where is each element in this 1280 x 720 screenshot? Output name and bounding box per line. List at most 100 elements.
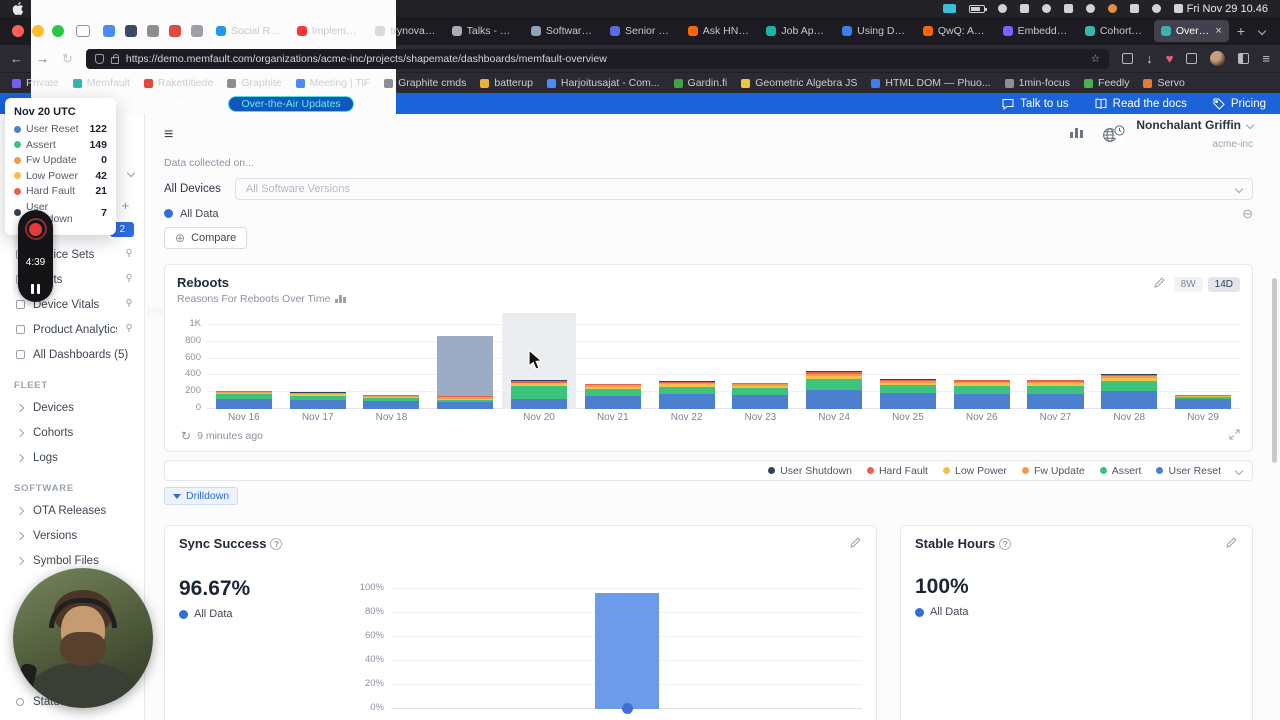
tab[interactable]: Senior Elixir	[603, 20, 679, 42]
legend-item-assert[interactable]: Assert	[1100, 465, 1142, 477]
status-icon[interactable]	[1152, 4, 1161, 13]
edit-pencil-icon[interactable]	[1226, 536, 1238, 548]
edit-pencil-icon[interactable]	[1154, 275, 1166, 293]
devices-filter[interactable]: All Devices	[164, 183, 221, 195]
banner-link-read-the-docs[interactable]: Read the docs	[1095, 98, 1187, 110]
status-icon[interactable]	[1086, 4, 1095, 13]
tab[interactable]: Software De	[524, 20, 601, 42]
chevron-down-icon[interactable]	[1235, 466, 1243, 474]
pinned-tab[interactable]	[103, 25, 115, 37]
chart-bar-slot[interactable]	[355, 313, 429, 409]
firefox-view-icon[interactable]	[76, 25, 90, 37]
back-icon[interactable]: ←	[10, 52, 23, 65]
range-button-14d[interactable]: 14D	[1208, 277, 1240, 292]
remove-series-icon[interactable]: ⊖	[1242, 207, 1253, 220]
menubar-clock[interactable]: Fri Nov 29 10.46	[1183, 3, 1268, 15]
question-icon[interactable]: ?	[999, 538, 1011, 550]
status-icon[interactable]	[1108, 4, 1117, 13]
tab[interactable]: Social Recru	[209, 20, 288, 42]
tab[interactable]: QwQ: Alibab	[916, 20, 994, 42]
puzzle-extensions-icon[interactable]	[1186, 53, 1197, 64]
status-icon[interactable]	[1064, 4, 1073, 13]
chart-bar-slot[interactable]	[428, 313, 502, 409]
apple-menu-icon[interactable]	[12, 2, 25, 15]
chart-bar-slot[interactable]	[650, 313, 724, 409]
close-tab-icon[interactable]: ×	[1215, 26, 1221, 37]
chart-bar-slot[interactable]	[281, 313, 355, 409]
pin-icon[interactable]	[124, 298, 134, 311]
tab[interactable]: trynova/nov	[368, 20, 442, 42]
tab[interactable]: Implementin	[290, 20, 367, 42]
chart-bar-slot[interactable]	[576, 313, 650, 409]
pin-icon[interactable]	[124, 248, 134, 261]
legend-item-fw-update[interactable]: Fw Update	[1022, 465, 1085, 477]
tour-ota-updates-button[interactable]: Over-the-Air Updates	[228, 96, 353, 112]
bookmark-item[interactable]: Harjoitusajat - Com...	[547, 77, 660, 89]
x-axis-dot[interactable]	[622, 703, 633, 714]
drilldown-chip[interactable]: Drilldown	[164, 487, 238, 505]
bookmark-item[interactable]: Private	[12, 77, 59, 89]
sidebar-toggle-icon[interactable]	[1238, 53, 1249, 64]
hamburger-menu-icon[interactable]: ≡	[164, 127, 173, 143]
tab[interactable]: Ask HN: Wh	[681, 20, 758, 42]
close-window-button[interactable]	[12, 25, 24, 37]
pin-icon[interactable]	[124, 273, 134, 286]
sync-success-bar[interactable]	[595, 593, 659, 709]
user-menu[interactable]: Nonchalant Griffin acme-inc	[1136, 118, 1253, 153]
bookmark-item[interactable]: Geometric Algebra JS	[741, 77, 857, 89]
bookmark-item[interactable]: Memfault	[73, 77, 130, 89]
compare-button[interactable]: ⊕ Compare	[164, 227, 247, 249]
chart-bar-slot[interactable]	[1019, 313, 1093, 409]
timezone-globe-icon[interactable]	[1102, 127, 1118, 143]
question-icon[interactable]: ?	[270, 538, 282, 550]
chart-bar-slot[interactable]	[723, 313, 797, 409]
pinned-tab[interactable]	[169, 25, 181, 37]
tracking-shield-icon[interactable]	[95, 54, 104, 64]
chart-bar-slot[interactable]	[207, 313, 281, 409]
status-icon[interactable]	[1130, 4, 1139, 13]
sidebar-item-logs[interactable]: Logs	[0, 445, 144, 470]
forward-icon[interactable]: →	[36, 52, 49, 65]
bookmark-item[interactable]: Graphite cmds	[384, 77, 466, 89]
chart-bar-slot[interactable]	[1092, 313, 1166, 409]
bookmark-item[interactable]: Meeting | TiF	[296, 77, 371, 89]
range-button-8w[interactable]: 8W	[1174, 277, 1203, 292]
expand-icon[interactable]	[1229, 429, 1240, 443]
refresh-icon[interactable]: ↻	[62, 52, 73, 65]
profile-avatar[interactable]	[1210, 51, 1225, 66]
sidebar-item-product-analytics[interactable]: Product Analytics	[0, 317, 144, 342]
tab[interactable]: Using DevTo	[835, 20, 914, 42]
list-tabs-icon[interactable]	[1252, 28, 1272, 34]
sidebar-item-cohorts[interactable]: Cohorts	[0, 420, 144, 445]
pause-button[interactable]	[31, 284, 40, 294]
pinned-tab[interactable]	[191, 25, 203, 37]
bookmark-item[interactable]: Graphite	[227, 77, 281, 89]
chart-bar-slot[interactable]	[797, 313, 871, 409]
pinned-tab[interactable]	[147, 25, 159, 37]
tab[interactable]: Job Applica	[759, 20, 833, 42]
minimize-window-button[interactable]	[32, 25, 44, 37]
legend-item-low-power[interactable]: Low Power	[943, 465, 1007, 477]
sidebar-item-versions[interactable]: Versions	[0, 523, 144, 548]
legend-item-hard-fault[interactable]: Hard Fault	[867, 465, 928, 477]
url-bar[interactable]: https://demo.memfault.com/organizations/…	[86, 49, 1109, 69]
bookmark-item[interactable]: Gardin.fi	[674, 77, 728, 89]
bookmark-item[interactable]: Feedly	[1084, 77, 1130, 89]
tab[interactable]: Embedded C	[996, 20, 1076, 42]
screen-recording-icon[interactable]	[943, 4, 956, 13]
refresh-icon[interactable]: ↻	[181, 429, 191, 443]
url-text[interactable]: https://demo.memfault.com/organizations/…	[126, 53, 1084, 65]
legend-item-user-shutdown[interactable]: User Shutdown	[768, 465, 852, 477]
scrollbar-thumb[interactable]	[1272, 278, 1277, 463]
status-icon[interactable]	[1020, 4, 1029, 13]
app-menu-icon[interactable]: ≡	[1262, 52, 1270, 65]
bookmark-item[interactable]: batterup	[480, 77, 533, 89]
bookmark-item[interactable]: Servo	[1143, 77, 1184, 89]
banner-link-pricing[interactable]: Pricing	[1213, 98, 1266, 110]
software-version-filter[interactable]: All Software Versions	[235, 178, 1253, 200]
chart-bar-slot[interactable]	[871, 313, 945, 409]
zoom-window-button[interactable]	[52, 25, 64, 37]
tab-active[interactable]: Overview×	[1154, 20, 1229, 42]
banner-link-talk-to-us[interactable]: Talk to us	[1002, 98, 1069, 110]
webcam-bubble[interactable]	[13, 568, 153, 708]
